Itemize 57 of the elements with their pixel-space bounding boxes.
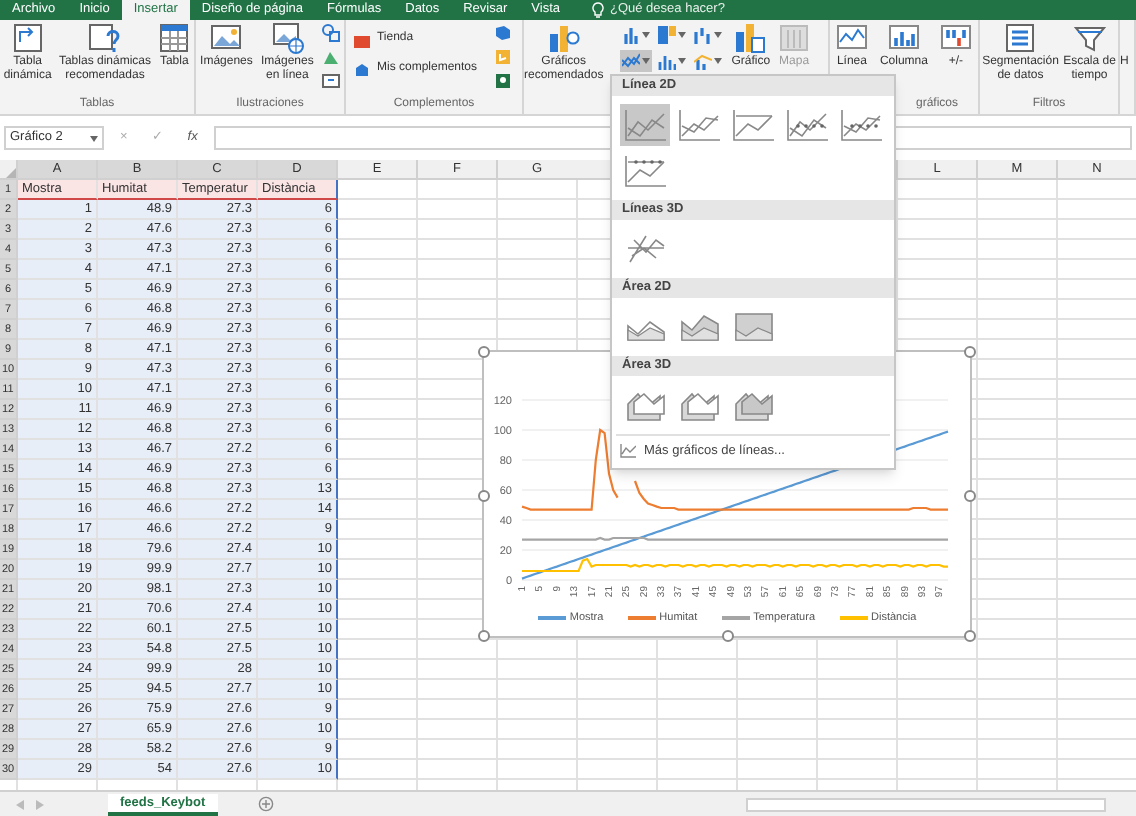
caret-icon bbox=[713, 58, 722, 64]
horizontal-scrollbar[interactable] bbox=[745, 797, 1106, 811]
area-chart-icon bbox=[677, 310, 721, 344]
addin-icon bbox=[494, 72, 513, 90]
line-chart-icon bbox=[620, 444, 636, 459]
chart-type-option[interactable] bbox=[620, 150, 670, 192]
caret-icon bbox=[90, 135, 98, 141]
column-chart-icon bbox=[621, 26, 640, 44]
add-sheet-icon bbox=[257, 796, 274, 812]
next-sheet-icon bbox=[36, 799, 44, 809]
chart-type-button[interactable] bbox=[691, 24, 724, 46]
3d-line-chart-icon bbox=[623, 232, 667, 266]
resize-handle[interactable] bbox=[478, 490, 490, 502]
chart-type-option[interactable] bbox=[782, 104, 832, 146]
caret-icon bbox=[677, 58, 686, 64]
smartart-icon bbox=[321, 48, 340, 66]
chart-type-option[interactable] bbox=[728, 104, 778, 146]
addin-icon bbox=[354, 61, 371, 77]
resize-handle[interactable] bbox=[478, 630, 490, 642]
line-chart-icon bbox=[621, 52, 640, 70]
3d-area-chart-icon bbox=[731, 388, 775, 422]
previous-sheet-icon bbox=[16, 799, 24, 809]
resize-handle[interactable] bbox=[964, 490, 976, 502]
line-chart-icon bbox=[623, 154, 667, 188]
line-chart-icon bbox=[623, 108, 667, 142]
statistic-chart-icon bbox=[657, 52, 676, 70]
area-chart-icon bbox=[731, 310, 775, 344]
waterfall-chart-icon bbox=[693, 26, 712, 44]
3d-area-chart-icon bbox=[677, 388, 721, 422]
chart-type-button[interactable] bbox=[619, 50, 652, 72]
hierarchy-chart-icon bbox=[657, 26, 676, 44]
chart-type-button[interactable] bbox=[655, 24, 688, 46]
resize-handle[interactable] bbox=[478, 346, 490, 358]
screenshot-icon bbox=[321, 72, 340, 90]
caret-icon bbox=[641, 32, 650, 38]
chart-type-option[interactable] bbox=[674, 104, 724, 146]
caret-icon bbox=[713, 32, 722, 38]
store-icon bbox=[354, 31, 371, 47]
addin-icon bbox=[494, 48, 513, 66]
shapes-icon bbox=[321, 24, 340, 42]
line-chart-icon bbox=[839, 108, 883, 142]
caret-icon bbox=[641, 58, 650, 64]
line-chart-icon bbox=[731, 108, 775, 142]
addin-icon bbox=[494, 24, 513, 42]
3d-area-chart-icon bbox=[623, 388, 667, 422]
caret-icon bbox=[677, 32, 686, 38]
chart-type-option[interactable] bbox=[620, 104, 670, 146]
combo-chart-icon bbox=[693, 52, 712, 70]
chart-type-button[interactable] bbox=[691, 50, 724, 72]
line-chart-icon bbox=[677, 108, 721, 142]
resize-handle[interactable] bbox=[722, 630, 734, 642]
chart-type-option[interactable] bbox=[836, 104, 886, 146]
resize-handle[interactable] bbox=[964, 346, 976, 358]
resize-handle[interactable] bbox=[964, 630, 976, 642]
chart-type-button[interactable] bbox=[655, 50, 688, 72]
line-chart-icon bbox=[785, 108, 829, 142]
chart-type-button[interactable] bbox=[619, 24, 652, 46]
